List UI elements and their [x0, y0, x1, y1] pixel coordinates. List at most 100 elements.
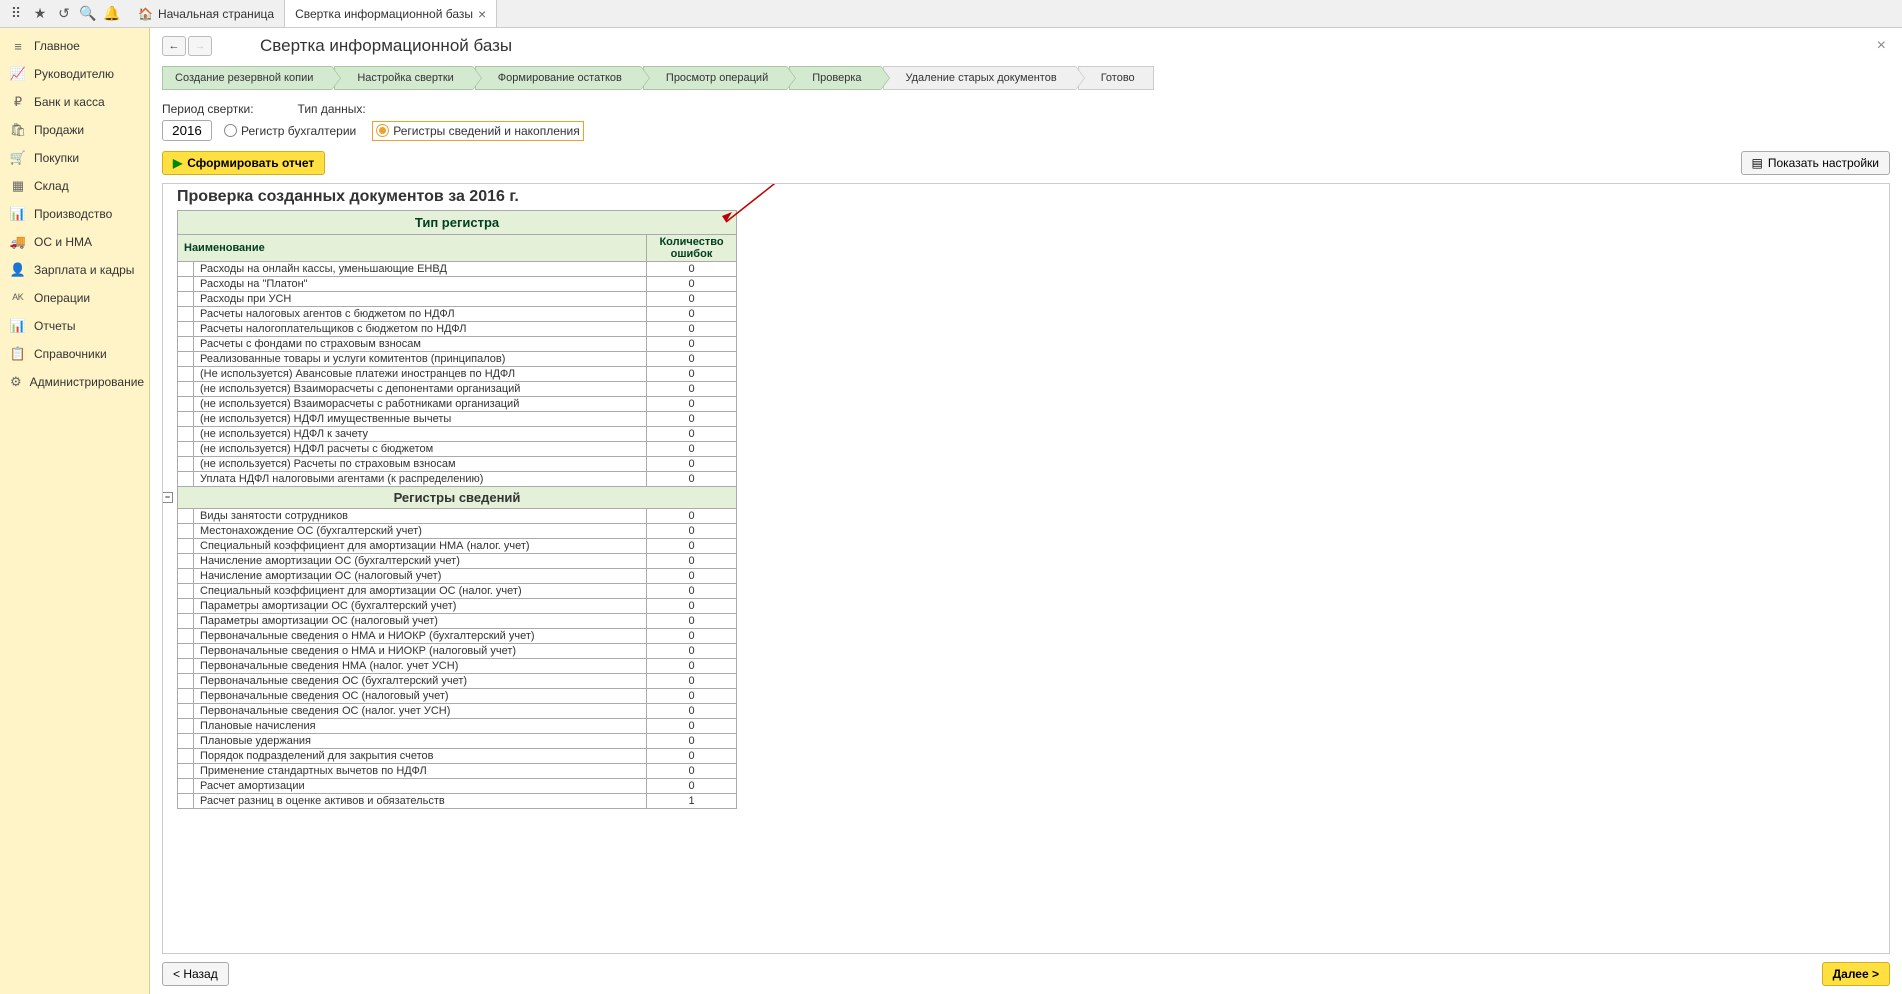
table-row[interactable]: Плановые удержания0: [178, 734, 737, 749]
sidebar-item[interactable]: ▦Склад: [0, 172, 149, 200]
table-row[interactable]: Расходы на "Платон"0: [178, 277, 737, 292]
radio-accounting[interactable]: Регистр бухгалтерии: [224, 124, 356, 138]
sidebar-item-label: Зарплата и кадры: [34, 263, 134, 277]
sidebar-item-label: Банк и касса: [34, 95, 105, 109]
table-row[interactable]: Порядок подразделений для закрытия счето…: [178, 749, 737, 764]
period-label: Период свертки:: [162, 102, 254, 116]
back-button[interactable]: < Назад: [162, 962, 229, 986]
sidebar-item[interactable]: 🛒Покупки: [0, 144, 149, 172]
wizard-step[interactable]: Готово: [1078, 66, 1154, 90]
sidebar-item[interactable]: 👤Зарплата и кадры: [0, 256, 149, 284]
wizard-step[interactable]: Создание резервной копии: [162, 66, 332, 90]
sidebar-item[interactable]: 📊Производство: [0, 200, 149, 228]
sidebar-item[interactable]: 📋Справочники: [0, 340, 149, 368]
tab-active[interactable]: Свертка информационной базы ×: [285, 0, 497, 27]
row-name: Параметры амортизации ОС (налоговый учет…: [194, 614, 647, 629]
row-count: 0: [647, 554, 737, 569]
table-row[interactable]: Применение стандартных вычетов по НДФЛ0: [178, 764, 737, 779]
wizard-step[interactable]: Проверка: [789, 66, 880, 90]
table-row[interactable]: (Не используется) Авансовые платежи инос…: [178, 367, 737, 382]
table-row[interactable]: (не используется) Взаиморасчеты с работн…: [178, 397, 737, 412]
sidebar-item-label: Продажи: [34, 123, 84, 137]
sidebar-item[interactable]: ⚙Администрирование: [0, 368, 149, 396]
row-name: Расходы на онлайн кассы, уменьшающие ЕНВ…: [194, 262, 647, 277]
star-icon[interactable]: ★: [28, 2, 52, 26]
close-icon[interactable]: ×: [1873, 37, 1890, 55]
nav-forward-button[interactable]: →: [188, 36, 212, 56]
sidebar-item[interactable]: 📊Отчеты: [0, 312, 149, 340]
sidebar-icon: ▦: [10, 178, 26, 194]
sidebar-item-label: Администрирование: [30, 375, 144, 389]
collapse-icon[interactable]: −: [162, 492, 173, 503]
row-count: 0: [647, 322, 737, 337]
sidebar-item[interactable]: 📈Руководителю: [0, 60, 149, 88]
wizard-step[interactable]: Просмотр операций: [643, 66, 787, 90]
table-row[interactable]: Уплата НДФЛ налоговыми агентами (к распр…: [178, 472, 737, 487]
row-count: 0: [647, 584, 737, 599]
table-row[interactable]: Расчеты с фондами по страховым взносам0: [178, 337, 737, 352]
report-area[interactable]: Проверка созданных документов за 2016 г.…: [162, 183, 1890, 954]
row-name: Порядок подразделений для закрытия счето…: [194, 749, 647, 764]
bell-icon[interactable]: 🔔: [100, 2, 124, 26]
row-name: (не используется) Расчеты по страховым в…: [194, 457, 647, 472]
search-icon[interactable]: 🔍: [76, 2, 100, 26]
tab-home[interactable]: 🏠 Начальная страница: [128, 0, 285, 27]
table-row[interactable]: Первоначальные сведения ОС (бухгалтерски…: [178, 674, 737, 689]
table-row[interactable]: Расчет амортизации0: [178, 779, 737, 794]
sidebar-item[interactable]: 🛍Продажи: [0, 116, 149, 144]
table-row[interactable]: Реализованные товары и услуги комитентов…: [178, 352, 737, 367]
table-row[interactable]: Расходы на онлайн кассы, уменьшающие ЕНВ…: [178, 262, 737, 277]
table-row[interactable]: Параметры амортизации ОС (налоговый учет…: [178, 614, 737, 629]
sidebar-icon: 📊: [10, 318, 26, 334]
table-row[interactable]: (не используется) НДФЛ расчеты с бюджето…: [178, 442, 737, 457]
table-row[interactable]: Первоначальные сведения ОС (налоговый уч…: [178, 689, 737, 704]
table-row[interactable]: (не используется) Расчеты по страховым в…: [178, 457, 737, 472]
table-row[interactable]: Виды занятости сотрудников0: [178, 509, 737, 524]
table-row[interactable]: Параметры амортизации ОС (бухгалтерский …: [178, 599, 737, 614]
table-row[interactable]: (не используется) НДФЛ имущественные выч…: [178, 412, 737, 427]
table-row[interactable]: Первоначальные сведения о НМА и НИОКР (н…: [178, 644, 737, 659]
show-settings-button[interactable]: ▤ Показать настройки: [1741, 151, 1891, 175]
row-count: 0: [647, 307, 737, 322]
tab-close-icon[interactable]: ×: [478, 6, 486, 22]
table-row[interactable]: Специальный коэффициент для амортизации …: [178, 584, 737, 599]
history-icon[interactable]: ↺: [52, 2, 76, 26]
row-name: Первоначальные сведения о НМА и НИОКР (н…: [194, 644, 647, 659]
table-row[interactable]: Расходы при УСН0: [178, 292, 737, 307]
generate-report-button[interactable]: ▶ Сформировать отчет: [162, 151, 325, 175]
sidebar-item[interactable]: ₽Банк и касса: [0, 88, 149, 116]
sidebar-icon: 📋: [10, 346, 26, 362]
sidebar-item[interactable]: ≡Главное: [0, 32, 149, 60]
table-row[interactable]: Начисление амортизации ОС (налоговый уче…: [178, 569, 737, 584]
table-row[interactable]: Специальный коэффициент для амортизации …: [178, 539, 737, 554]
wizard-step[interactable]: Удаление старых документов: [883, 66, 1076, 90]
wizard-step[interactable]: Формирование остатков: [475, 66, 641, 90]
table-row[interactable]: Первоначальные сведения НМА (налог. учет…: [178, 659, 737, 674]
table-row[interactable]: Первоначальные сведения о НМА и НИОКР (б…: [178, 629, 737, 644]
table-row[interactable]: Расчеты налогоплательщиков с бюджетом по…: [178, 322, 737, 337]
sidebar-icon: 🚚: [10, 234, 26, 250]
period-input[interactable]: [162, 120, 212, 141]
table-row[interactable]: Расчет разниц в оценке активов и обязате…: [178, 794, 737, 809]
table-row[interactable]: Плановые начисления0: [178, 719, 737, 734]
row-name: (не используется) Взаиморасчеты с депоне…: [194, 382, 647, 397]
table-row[interactable]: (не используется) Взаиморасчеты с депоне…: [178, 382, 737, 397]
sidebar-item-label: Покупки: [34, 151, 79, 165]
next-button[interactable]: Далее >: [1822, 962, 1890, 986]
table-row[interactable]: (не используется) НДФЛ к зачету0: [178, 427, 737, 442]
table-row[interactable]: Расчеты налоговых агентов с бюджетом по …: [178, 307, 737, 322]
sidebar-item[interactable]: 🚚ОС и НМА: [0, 228, 149, 256]
sidebar-item[interactable]: ᴬᴷОперации: [0, 284, 149, 312]
wizard-step[interactable]: Настройка свертки: [334, 66, 472, 90]
table-row[interactable]: Первоначальные сведения ОС (налог. учет …: [178, 704, 737, 719]
table-row[interactable]: Начисление амортизации ОС (бухгалтерский…: [178, 554, 737, 569]
sidebar-icon: ᴬᴷ: [10, 290, 26, 306]
row-count: 0: [647, 764, 737, 779]
radio-registers[interactable]: Регистры сведений и накопления: [372, 121, 583, 141]
nav-back-button[interactable]: ←: [162, 36, 186, 56]
row-name: Первоначальные сведения ОС (бухгалтерски…: [194, 674, 647, 689]
row-name: Применение стандартных вычетов по НДФЛ: [194, 764, 647, 779]
section-registers: Регистры сведений: [394, 490, 521, 505]
table-row[interactable]: Местонахождение ОС (бухгалтерский учет)0: [178, 524, 737, 539]
apps-icon[interactable]: ⠿: [4, 2, 28, 26]
